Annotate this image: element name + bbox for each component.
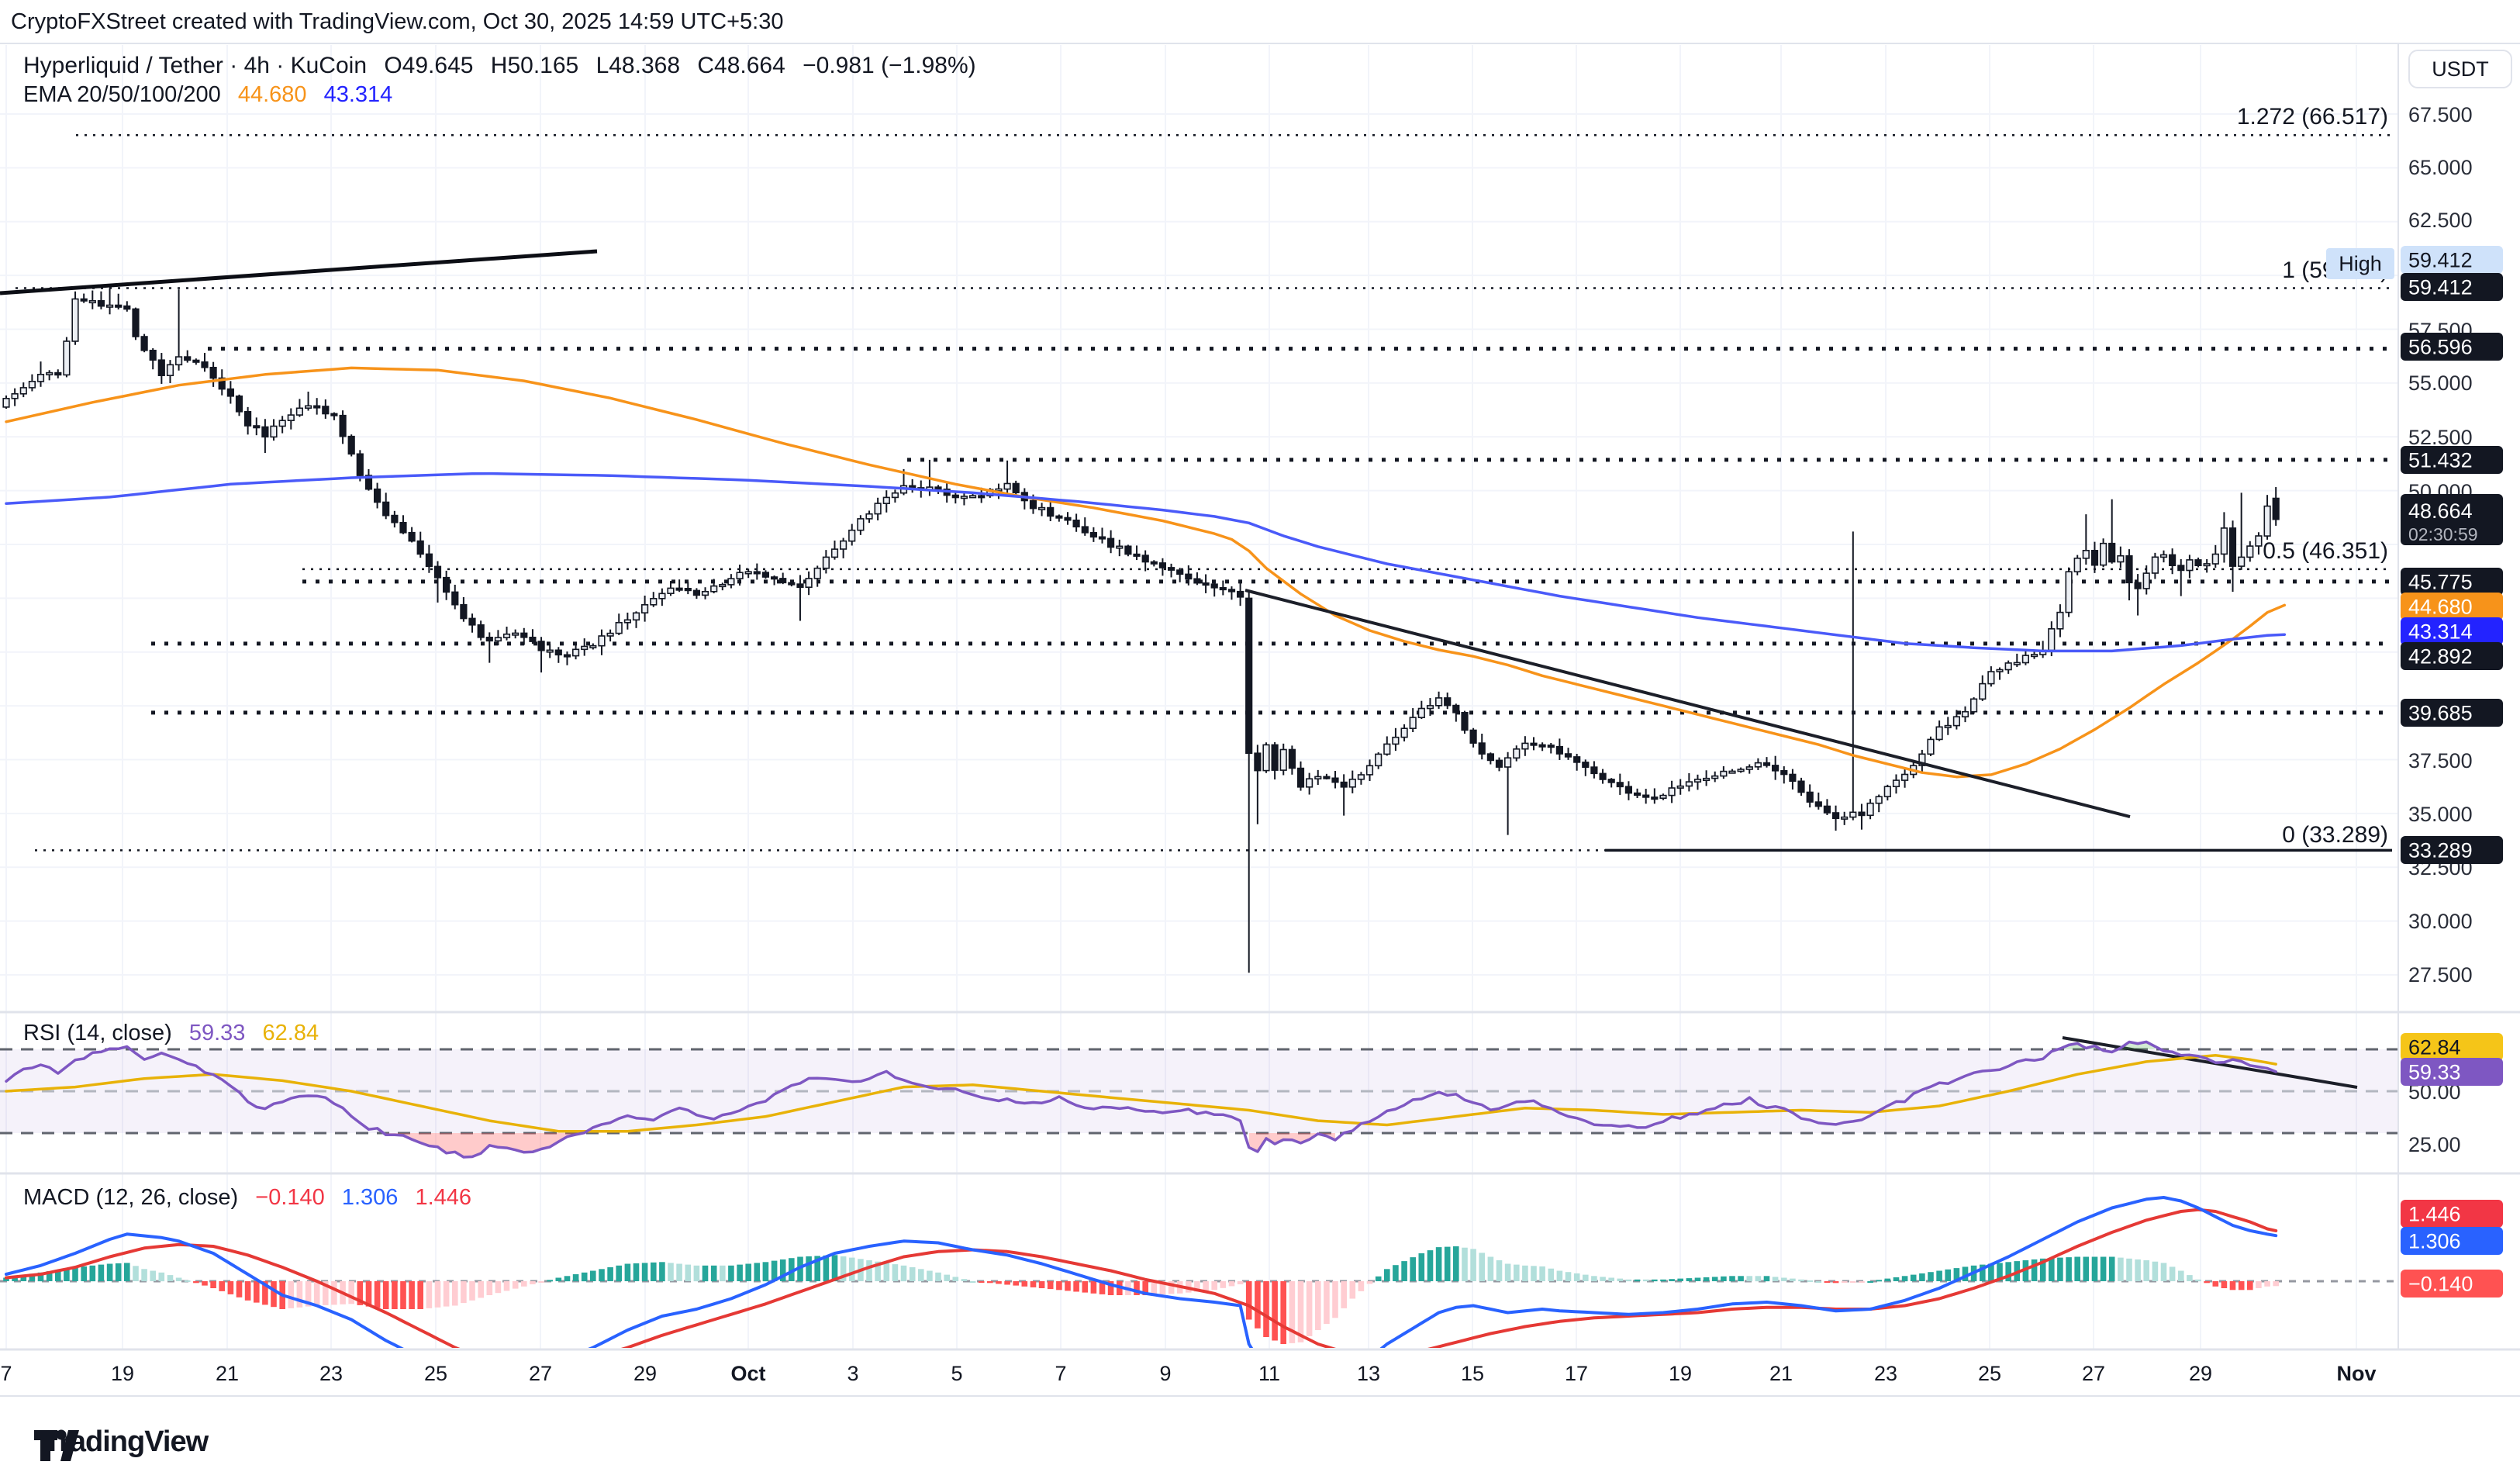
ema-label: EMA 20/50/100/200	[23, 82, 221, 107]
price-tick: 65.000	[2408, 156, 2473, 179]
change-value: −0.981 (−1.98%)	[803, 53, 976, 78]
time-label: 29	[2189, 1362, 2212, 1385]
price-badge: 42.892	[2408, 645, 2473, 669]
price-badge: 33.289	[2408, 839, 2473, 862]
page-background	[0, 0, 2520, 1472]
price-tick: 67.500	[2408, 103, 2473, 126]
time-label: 13	[1357, 1362, 1380, 1385]
chart-window: 1.272 (66.517)1 (59.412)0.5 (46.351)0 (3…	[0, 0, 2520, 1472]
time-label: 25	[424, 1362, 447, 1385]
rsi-ma-value: 62.84	[263, 1021, 319, 1045]
price-badge: 62.84	[2408, 1036, 2461, 1059]
symbol-legend[interactable]: Hyperliquid / Tether · 4h · KuCoin O49.6…	[23, 53, 987, 79]
price-badge: 51.432	[2408, 449, 2473, 472]
ema-value-blue: 43.314	[324, 82, 393, 107]
price-badge: 1.446	[2408, 1203, 2461, 1226]
price-tick: 37.500	[2408, 749, 2473, 772]
macd-legend[interactable]: MACD (12, 26, close) −0.140 1.306 1.446	[23, 1185, 482, 1211]
fib-label: 1.272 (66.517)	[2237, 104, 2388, 130]
ohlc-high: H50.165	[491, 53, 578, 78]
time-label: 3	[847, 1362, 858, 1385]
chart-canvas[interactable]: 1.272 (66.517)1 (59.412)0.5 (46.351)0 (3…	[0, 0, 2520, 1472]
time-label: 29	[633, 1362, 657, 1385]
ema-value-orange: 44.680	[238, 82, 307, 107]
macd-hist-value: −0.140	[255, 1185, 325, 1210]
time-label: 23	[1874, 1362, 1897, 1385]
price-badge: −0.140	[2408, 1273, 2473, 1296]
time-label: 17	[1565, 1362, 1588, 1385]
time-label: 19	[1669, 1362, 1692, 1385]
price-badge: 39.685	[2408, 702, 2473, 725]
price-badge: 48.664	[2408, 499, 2473, 523]
rsi-legend[interactable]: RSI (14, close) 59.33 62.84	[23, 1021, 330, 1046]
currency-toggle-button[interactable]: USDT	[2408, 50, 2512, 88]
tradingview-logo-icon	[34, 1425, 79, 1461]
price-badge: 45.775	[2408, 571, 2473, 594]
time-label: 19	[111, 1362, 134, 1385]
price-tick: 35.000	[2408, 803, 2473, 826]
time-label: Oct	[730, 1362, 765, 1385]
time-label: 27	[2082, 1362, 2105, 1385]
price-badge: 59.412	[2408, 249, 2473, 272]
price-badge: 1.306	[2408, 1230, 2461, 1253]
price-badge: 59.412	[2408, 276, 2473, 299]
ohlc-close: C48.664	[697, 53, 785, 78]
countdown-badge: 02:30:59	[2408, 524, 2478, 544]
time-label: 5	[951, 1362, 962, 1385]
symbol-title: Hyperliquid / Tether · 4h · KuCoin	[23, 53, 367, 78]
macd-line-value: 1.306	[342, 1185, 399, 1210]
price-tick: 27.500	[2408, 963, 2473, 987]
price-tick: 55.000	[2408, 371, 2473, 395]
rsi-label: RSI (14, close)	[23, 1021, 172, 1045]
tradingview-logo[interactable]: TradingView	[34, 1425, 208, 1459]
price-tick: 30.000	[2408, 910, 2473, 933]
price-badge: 56.596	[2408, 336, 2473, 359]
fib-label: 0.5 (46.351)	[2263, 538, 2388, 564]
time-label: 9	[1159, 1362, 1171, 1385]
macd-label: MACD (12, 26, close)	[23, 1185, 238, 1210]
price-badge: 43.314	[2408, 620, 2473, 644]
macd-signal-value: 1.446	[415, 1185, 471, 1210]
time-label: 27	[529, 1362, 552, 1385]
time-label: 7	[1055, 1362, 1066, 1385]
ohlc-low: L48.368	[596, 53, 680, 78]
time-label: 21	[1769, 1362, 1793, 1385]
time-label: 15	[1461, 1362, 1484, 1385]
time-label: 11	[1258, 1362, 1280, 1385]
price-tick: 52.500	[2408, 426, 2473, 449]
fib-label: 0 (33.289)	[2282, 822, 2388, 848]
high-label: High	[2339, 252, 2382, 275]
rsi-value: 59.33	[189, 1021, 246, 1045]
time-label: 25	[1978, 1362, 2001, 1385]
price-badge: 44.680	[2408, 596, 2473, 619]
attribution-header: CryptoFXStreet created with TradingView.…	[11, 9, 783, 35]
time-label: Nov	[2336, 1362, 2376, 1385]
price-tick: 25.00	[2408, 1133, 2461, 1156]
price-tick: 62.500	[2408, 209, 2473, 232]
ohlc-open: O49.645	[384, 53, 473, 78]
price-badge: 59.33	[2408, 1061, 2461, 1084]
time-label: 21	[216, 1362, 239, 1385]
time-label: 7	[0, 1362, 12, 1385]
ema-legend[interactable]: EMA 20/50/100/200 44.680 43.314	[23, 82, 403, 108]
time-label: 23	[319, 1362, 343, 1385]
